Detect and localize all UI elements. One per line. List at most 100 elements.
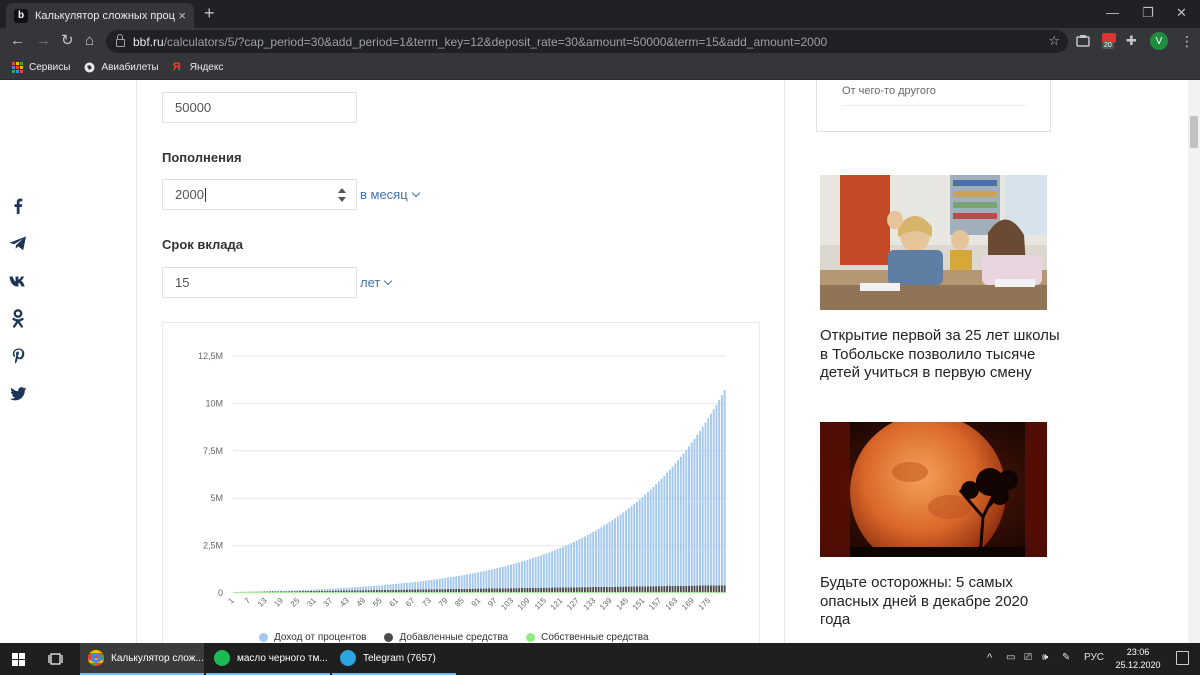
bar-added xyxy=(622,586,625,593)
term-unit-value: лет xyxy=(360,275,381,290)
bar-interest xyxy=(564,545,567,588)
bar-added xyxy=(633,586,636,593)
reload-icon[interactable]: ↻ xyxy=(61,32,74,50)
term-input-value: 15 xyxy=(175,275,190,290)
bar-own xyxy=(403,592,406,593)
bar-own xyxy=(233,592,236,593)
extension-icon[interactable] xyxy=(1076,34,1090,48)
compound-interest-chart: 0 2,5M 5M 7,5M 10M 12,5M 1 7 13 19 25 31 37 43 49 55 61 6… xyxy=(162,322,760,643)
bar-added xyxy=(630,586,633,593)
vk-icon[interactable] xyxy=(8,271,28,291)
bookmark-services[interactable]: Сервисы xyxy=(12,61,70,73)
task-view-icon[interactable] xyxy=(48,652,63,666)
back-icon[interactable]: ← xyxy=(10,32,25,50)
bookmark-star-icon[interactable]: ☆ xyxy=(1048,33,1060,49)
news-title-dangerous-days[interactable]: Будьте осторожны: 5 самых опасных дней в… xyxy=(820,574,1060,630)
bar-own xyxy=(499,592,502,593)
minimize-icon[interactable]: — xyxy=(1106,5,1119,20)
bar-own xyxy=(468,592,471,593)
news-image-moon[interactable] xyxy=(820,422,1047,557)
legend-item-added[interactable]: Добавленные средства xyxy=(384,632,508,643)
bar-added xyxy=(414,589,417,593)
amount-input[interactable]: 50000 xyxy=(162,92,357,123)
bar-added xyxy=(578,587,581,593)
legend-dot xyxy=(384,633,394,642)
tray-device-icon[interactable]: ▭ xyxy=(1006,652,1015,663)
close-window-icon[interactable]: ✕ xyxy=(1176,5,1187,21)
bar-own xyxy=(293,592,296,593)
taskbar-clock[interactable]: 23:06 25.12.2020 xyxy=(1112,646,1164,672)
tab-close-icon[interactable]: × xyxy=(178,8,186,23)
menu-kebab-icon[interactable]: ⋮ xyxy=(1180,32,1194,50)
address-bar[interactable]: bbf.ru /calculators/5/?cap_period=30&add… xyxy=(106,30,1068,53)
adblock-extension-icon[interactable]: 20 xyxy=(1100,32,1118,50)
bookmark-yandex[interactable]: Я Яндекс xyxy=(173,61,224,73)
bar-own xyxy=(638,592,641,593)
legend-item-own[interactable]: Собственные средства xyxy=(526,632,649,643)
twitter-icon[interactable] xyxy=(8,384,28,404)
new-tab-icon[interactable]: + xyxy=(204,4,215,22)
topup-period-select[interactable]: в месяц xyxy=(360,187,420,202)
news-title-school[interactable]: Открытие первой за 25 лет школы в Тоболь… xyxy=(820,327,1060,383)
taskbar-item-chrome[interactable]: Калькулятор слож... xyxy=(80,643,204,675)
bar-interest xyxy=(551,551,554,588)
bar-own xyxy=(263,592,266,593)
page-scrollbar[interactable] xyxy=(1188,80,1200,643)
taskbar-item-spotify[interactable]: масло черного тм... xyxy=(206,643,330,675)
maximize-icon[interactable]: ❐ xyxy=(1142,5,1154,21)
facebook-icon[interactable] xyxy=(8,196,28,216)
page-content: 50000 Пополнения 2000 в месяц Срок вклад… xyxy=(0,80,1188,643)
bar-added xyxy=(285,591,288,593)
bar-own xyxy=(321,592,323,593)
bookmark-aviatickets[interactable]: Авиабилеты xyxy=(84,62,159,73)
bar-interest xyxy=(353,587,356,591)
tray-network-icon[interactable]: ⎚ xyxy=(1024,652,1032,663)
home-icon[interactable]: ⌂ xyxy=(85,32,94,50)
topup-period-value: в месяц xyxy=(360,187,408,202)
bar-own xyxy=(704,592,707,593)
bar-added xyxy=(279,591,282,593)
term-unit-select[interactable]: лет xyxy=(360,275,393,290)
taskbar-item-telegram[interactable]: Telegram (7657) xyxy=(332,643,456,675)
bar-own xyxy=(564,592,567,593)
bar-added xyxy=(657,586,660,593)
bar-interest xyxy=(715,404,718,586)
bar-added xyxy=(690,585,693,593)
forward-icon[interactable]: → xyxy=(36,32,51,50)
windows-start-icon[interactable] xyxy=(12,653,25,666)
sidebar-option[interactable]: От чего-то другого xyxy=(842,85,936,97)
bar-interest xyxy=(677,460,680,586)
number-stepper-icon[interactable] xyxy=(338,188,346,202)
bar-own xyxy=(520,592,523,593)
tray-language[interactable]: РУС xyxy=(1084,652,1104,663)
bar-own xyxy=(430,592,433,593)
bar-own xyxy=(422,592,425,593)
browser-tab[interactable]: b Калькулятор сложных процентов × xyxy=(6,3,194,28)
bar-interest xyxy=(321,589,323,591)
pinterest-icon[interactable] xyxy=(8,346,28,366)
odnoklassniki-icon[interactable] xyxy=(8,308,28,328)
legend-item-interest[interactable]: Доход от процентов xyxy=(259,632,366,643)
bar-added xyxy=(323,590,326,593)
bar-interest xyxy=(660,478,663,587)
term-input[interactable]: 15 xyxy=(162,267,357,298)
bar-own xyxy=(537,592,540,593)
tray-volume-icon[interactable]: 🕪 xyxy=(1042,652,1048,663)
bar-added xyxy=(523,587,526,593)
bar-interest xyxy=(567,544,570,588)
bar-added xyxy=(381,589,384,593)
tray-pen-icon[interactable]: ✎ xyxy=(1062,652,1070,663)
topup-input[interactable]: 2000 xyxy=(162,179,357,210)
bar-own xyxy=(279,592,282,593)
news-image-classroom[interactable] xyxy=(820,175,1047,310)
scrollbar-thumb[interactable] xyxy=(1190,116,1198,148)
bar-added xyxy=(636,586,638,593)
bar-own xyxy=(649,592,652,593)
profile-avatar[interactable]: V xyxy=(1150,32,1168,50)
tray-chevron-up-icon[interactable]: ^ xyxy=(987,652,992,664)
extensions-puzzle-icon[interactable]: ✚ xyxy=(1126,32,1137,50)
bar-own xyxy=(657,592,660,593)
notifications-icon[interactable] xyxy=(1176,651,1189,665)
telegram-icon[interactable] xyxy=(8,233,28,253)
bar-added xyxy=(427,589,430,593)
